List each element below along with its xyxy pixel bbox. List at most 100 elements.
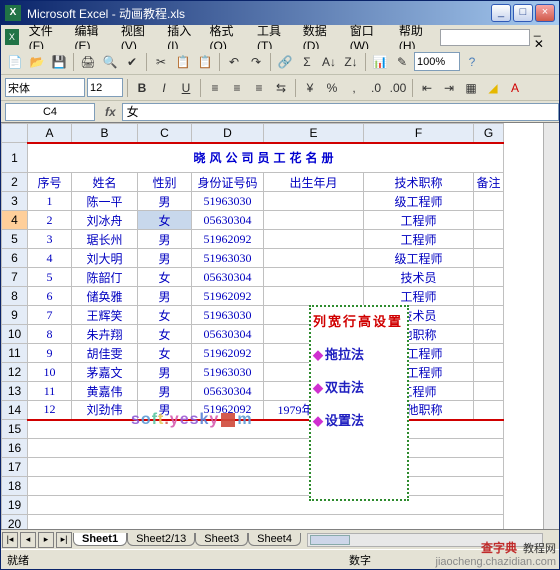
row-16[interactable]: 16 [2, 439, 28, 458]
tab-sheet4[interactable]: Sheet4 [248, 533, 301, 546]
menu-view[interactable]: 视图(V) [115, 22, 161, 53]
row-1[interactable]: 1 [2, 143, 28, 173]
underline-icon[interactable]: U [176, 78, 196, 98]
active-cell[interactable]: 女 [138, 211, 192, 230]
cell[interactable]: 级工程师 [364, 192, 474, 211]
cell[interactable]: 51962092 [192, 287, 264, 306]
cell[interactable] [474, 249, 504, 268]
cell[interactable]: 工程师 [364, 230, 474, 249]
cell[interactable]: 51962092 [192, 230, 264, 249]
row-18[interactable]: 18 [2, 477, 28, 496]
cell[interactable]: 05630304 [192, 382, 264, 401]
print-icon[interactable]: 🖨 [78, 52, 98, 72]
row-6[interactable]: 6 [2, 249, 28, 268]
spell-icon[interactable]: ✔ [122, 52, 142, 72]
indent-inc-icon[interactable]: ⇥ [439, 78, 459, 98]
fontsize-combo[interactable] [87, 78, 123, 97]
row-7[interactable]: 7 [2, 268, 28, 287]
cell[interactable] [474, 306, 504, 325]
cut-icon[interactable]: ✂ [151, 52, 171, 72]
menu-tools[interactable]: 工具(T) [251, 22, 297, 53]
menu-help[interactable]: 帮助(H) [393, 22, 440, 53]
cell[interactable]: 黄嘉伟 [72, 382, 138, 401]
cell[interactable]: 3 [28, 230, 72, 249]
preview-icon[interactable]: 🔍 [100, 52, 120, 72]
sort-desc-icon[interactable]: Z↓ [341, 52, 361, 72]
cell[interactable] [28, 458, 504, 477]
row-2[interactable]: 2 [2, 173, 28, 192]
cell[interactable]: 刘大明 [72, 249, 138, 268]
row-15[interactable]: 15 [2, 420, 28, 439]
cell[interactable]: 技术员 [364, 268, 474, 287]
cell[interactable]: 女 [138, 325, 192, 344]
row-9[interactable]: 9 [2, 306, 28, 325]
cell[interactable]: 10 [28, 363, 72, 382]
cell[interactable]: 51963030 [192, 363, 264, 382]
cell[interactable]: 05630304 [192, 268, 264, 287]
align-center-icon[interactable]: ≡ [227, 78, 247, 98]
row-20[interactable]: 20 [2, 515, 28, 530]
hdr-note[interactable]: 备注 [474, 173, 504, 192]
row-5[interactable]: 5 [2, 230, 28, 249]
chart-icon[interactable]: 📊 [370, 52, 390, 72]
help-search-input[interactable] [440, 29, 530, 46]
align-right-icon[interactable]: ≡ [249, 78, 269, 98]
cell[interactable] [28, 420, 504, 439]
tab-prev-icon[interactable]: ◂ [20, 532, 36, 548]
comma-icon[interactable]: , [344, 78, 364, 98]
cell[interactable]: 工程师 [364, 287, 474, 306]
cell[interactable] [28, 496, 504, 515]
formula-bar[interactable]: 女 [122, 103, 559, 121]
cell[interactable]: 1 [28, 192, 72, 211]
cell[interactable] [474, 382, 504, 401]
row-8[interactable]: 8 [2, 287, 28, 306]
cell[interactable]: 5 [28, 268, 72, 287]
cell[interactable]: 男 [138, 363, 192, 382]
cell[interactable]: 男 [138, 382, 192, 401]
borders-icon[interactable]: ▦ [461, 78, 481, 98]
col-G[interactable]: G [474, 124, 504, 143]
merge-icon[interactable]: ⇆ [271, 78, 291, 98]
cell[interactable]: 胡佳雯 [72, 344, 138, 363]
row-4[interactable]: 4 [2, 211, 28, 230]
tab-last-icon[interactable]: ▸| [56, 532, 72, 548]
cell[interactable] [264, 211, 364, 230]
cell[interactable] [28, 439, 504, 458]
minimize-button[interactable]: _ [491, 4, 511, 22]
cell[interactable] [474, 287, 504, 306]
cell[interactable]: 男 [138, 287, 192, 306]
drawing-icon[interactable]: ✎ [392, 52, 412, 72]
new-icon[interactable]: 📄 [5, 52, 25, 72]
tab-next-icon[interactable]: ▸ [38, 532, 54, 548]
currency-icon[interactable]: ¥ [300, 78, 320, 98]
tab-sheet3[interactable]: Sheet3 [195, 533, 248, 546]
zoom-combo[interactable] [414, 52, 460, 71]
cell[interactable] [474, 230, 504, 249]
cell[interactable]: 刘冰舟 [72, 211, 138, 230]
help-icon[interactable]: ? [462, 52, 482, 72]
hdr-seq[interactable]: 序号 [28, 173, 72, 192]
row-17[interactable]: 17 [2, 458, 28, 477]
close-button[interactable]: × [535, 4, 555, 22]
row-3[interactable]: 3 [2, 192, 28, 211]
link-icon[interactable]: 🔗 [275, 52, 295, 72]
name-box[interactable]: C4 [5, 103, 95, 121]
tab-sheet2[interactable]: Sheet2/13 [127, 533, 195, 546]
cell[interactable]: 朱卉翔 [72, 325, 138, 344]
hdr-title[interactable]: 技术职称 [364, 173, 474, 192]
save-icon[interactable]: 💾 [49, 52, 69, 72]
cell[interactable]: 11 [28, 382, 72, 401]
cell[interactable]: 12 [28, 401, 72, 420]
cell[interactable]: 7 [28, 306, 72, 325]
cell[interactable]: 女 [138, 268, 192, 287]
col-B[interactable]: B [72, 124, 138, 143]
cell[interactable] [264, 230, 364, 249]
menu-edit[interactable]: 编辑(E) [69, 22, 115, 53]
col-F[interactable]: F [364, 124, 474, 143]
cell[interactable]: 51963030 [192, 192, 264, 211]
copy-icon[interactable]: 📋 [173, 52, 193, 72]
select-all[interactable] [2, 124, 28, 143]
cell[interactable]: 2 [28, 211, 72, 230]
row-14[interactable]: 14 [2, 401, 28, 420]
cell[interactable] [474, 401, 504, 420]
